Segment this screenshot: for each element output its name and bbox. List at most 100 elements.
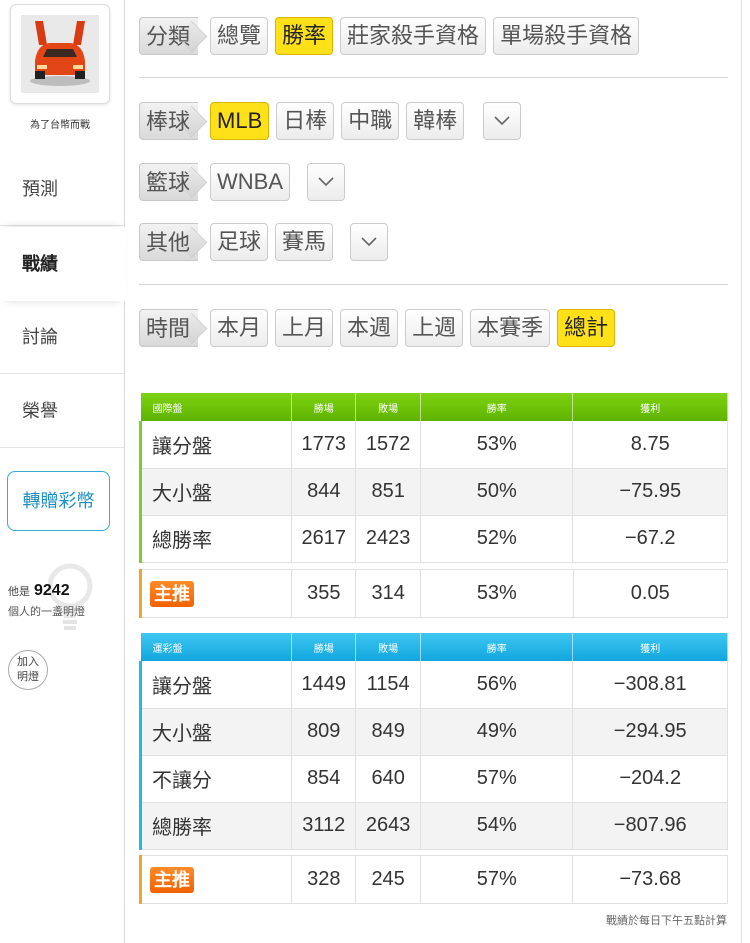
cell-win-rate: 57% [420,755,574,803]
col-losses: 敗場 [355,393,422,421]
row-label: 讓分盤 [138,421,293,469]
cell-wins: 809 [291,708,357,756]
avatar-frame[interactable] [10,4,110,104]
cell-profit: −73.68 [572,855,728,904]
cell-profit: −294.95 [572,708,728,756]
nav-honor[interactable]: 榮譽 [0,374,124,448]
chip-last-week[interactable]: 上週 [405,309,464,347]
sports-lottery-recommend-row: 主推 328 245 57% −73.68 [138,855,728,904]
cell-losses: 2643 [355,802,422,850]
chip-total[interactable]: 總計 [557,309,616,347]
chip-soccer[interactable]: 足球 [210,223,269,261]
time-label: 時間 [139,309,199,347]
chip-kbo[interactable]: 韓棒 [406,102,465,140]
col-profit: 獲利 [572,393,728,421]
user-name[interactable]: 為了台幣而戰 [0,116,120,131]
cell-wins: 1773 [291,421,357,469]
baseball-more-dropdown[interactable] [483,102,522,140]
chip-mlb[interactable]: MLB [210,102,270,140]
cell-losses: 314 [355,569,422,618]
table-row: 不讓分 854 640 57% −204.2 [138,755,728,803]
nav-discuss[interactable]: 討論 [0,300,124,374]
recommend-cell: 主推 [138,569,293,618]
cell-profit: 8.75 [572,421,728,469]
cell-wins: 355 [291,569,357,618]
likes-suffix: 個人的一盞明燈 [8,606,85,618]
cell-win-rate: 53% [420,421,574,469]
cell-profit: −807.96 [572,802,728,850]
cell-profit: −67.2 [572,515,728,563]
calculation-note: 戰績於每日下午五點計算 [606,915,727,927]
table-row: 總勝率 2617 2423 52% −67.2 [138,515,728,563]
other-label: 其他 [139,223,199,261]
transfer-coins-button[interactable]: 轉贈彩幣 [7,471,110,531]
col-win-rate: 勝率 [420,393,574,421]
chip-this-week[interactable]: 本週 [340,309,399,347]
other-more-dropdown[interactable] [350,223,389,261]
cell-profit: −75.95 [572,468,728,516]
filter-time: 時間 本月 上月 本週 上週 本賽季 總計 [139,308,622,348]
divider [139,77,728,78]
table-row: 主推 355 314 53% 0.05 [138,569,729,618]
cell-win-rate: 50% [420,468,574,516]
table-header: 運彩盤 勝場 敗場 勝率 獲利 [140,633,728,661]
basketball-label: 籃球 [139,163,199,201]
table-row: 總勝率 3112 2643 54% −807.96 [138,802,728,850]
table-row: 讓分盤 1773 1572 53% 8.75 [138,421,728,469]
row-label: 總勝率 [138,802,293,850]
chip-wnba[interactable]: WNBA [210,163,291,201]
cell-losses: 1572 [355,421,422,469]
chevron-down-icon [318,177,334,187]
table-row: 大小盤 809 849 49% −294.95 [138,708,728,756]
col-profit: 獲利 [572,633,728,661]
recommend-badge: 主推 [150,866,194,893]
chip-win-rate[interactable]: 勝率 [275,17,334,55]
chip-this-season[interactable]: 本賽季 [470,309,551,347]
cell-profit: 0.05 [573,569,729,618]
likes-count: 他是 9242 [8,582,70,599]
table-title: 運彩盤 [140,633,293,661]
table-header: 國際盤 勝場 敗場 勝率 獲利 [140,393,728,421]
chip-this-month[interactable]: 本月 [210,309,269,347]
recommend-badge: 主推 [150,580,194,607]
filter-category: 分類 總覽 勝率 莊家殺手資格 單場殺手資格 [139,16,646,56]
table-row: 讓分盤 1449 1154 56% −308.81 [138,661,728,709]
nav-predict[interactable]: 預測 [0,152,124,226]
chip-overview[interactable]: 總覽 [210,17,269,55]
international-recommend-row: 主推 355 314 53% 0.05 [138,569,729,618]
sports-car-icon [21,15,99,93]
cell-wins: 3112 [291,802,357,850]
row-label: 讓分盤 [138,661,293,709]
cell-win-rate: 52% [420,515,574,563]
row-label: 不讓分 [138,755,293,803]
divider [139,284,728,285]
sports-lottery-stats-table: 運彩盤 勝場 敗場 勝率 獲利 讓分盤 1449 1154 56% −308.8… [138,633,728,850]
cell-losses: 245 [355,855,422,904]
main-panel: 分類 總覽 勝率 莊家殺手資格 單場殺手資格 棒球 MLB 日棒 中職 韓棒 籃… [124,0,742,943]
chip-horse-racing[interactable]: 賽馬 [275,223,334,261]
chip-npb[interactable]: 日棒 [276,102,335,140]
col-wins: 勝場 [291,393,357,421]
table-row: 大小盤 844 851 50% −75.95 [138,468,728,516]
join-light-button[interactable]: 加入 明燈 [8,650,48,690]
chip-last-month[interactable]: 上月 [275,309,334,347]
col-win-rate: 勝率 [420,633,574,661]
basketball-more-dropdown[interactable] [307,163,346,201]
filter-baseball: 棒球 MLB 日棒 中職 韓棒 [139,101,522,141]
nav-record[interactable]: 戰績 [0,227,126,301]
chip-bookmaker-killer[interactable]: 莊家殺手資格 [340,17,487,55]
chevron-down-icon [494,116,510,126]
cell-losses: 2423 [355,515,422,563]
cell-wins: 2617 [291,515,357,563]
cell-losses: 1154 [355,661,422,709]
category-label: 分類 [139,17,199,55]
cell-losses: 851 [355,468,422,516]
col-wins: 勝場 [291,633,357,661]
filter-other: 其他 足球 賽馬 [139,222,389,262]
cell-win-rate: 57% [420,855,574,904]
chip-cpbl[interactable]: 中職 [341,102,400,140]
avatar [21,15,99,93]
international-stats-table: 國際盤 勝場 敗場 勝率 獲利 讓分盤 1773 1572 53% 8.75 大… [138,393,728,563]
chevron-down-icon [361,237,377,247]
chip-single-game-killer[interactable]: 單場殺手資格 [493,17,640,55]
